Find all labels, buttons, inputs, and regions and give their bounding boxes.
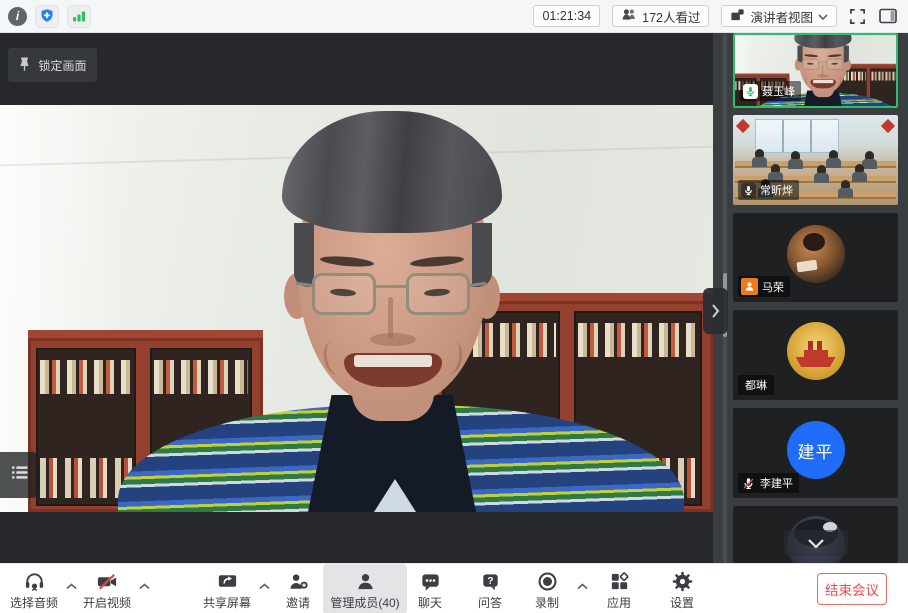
member-status-icon: [741, 278, 758, 295]
select-audio-button[interactable]: 选择音频: [6, 568, 62, 610]
meeting-stage: 锁定画面: [0, 33, 908, 563]
participant-name: 常昕烨: [760, 182, 793, 198]
audio-options-caret[interactable]: [66, 577, 77, 595]
view-mode-selector[interactable]: 演讲者视图: [721, 5, 837, 27]
view-mode-label: 演讲者视图: [750, 7, 813, 26]
headset-icon: [23, 570, 46, 593]
top-bar-right: 01:21:34 172人看过 演讲者视图: [533, 5, 898, 27]
security-shield-icon[interactable]: [35, 5, 59, 28]
chevron-down-icon: [807, 538, 825, 549]
bottom-toolbar: 选择音频 开启视频 共享屏幕 邀请: [0, 563, 908, 613]
meeting-info-icon[interactable]: i: [8, 7, 27, 26]
record-options-caret[interactable]: [577, 577, 588, 595]
meeting-window: i 01:21:34 172人看过 演讲者视图: [0, 0, 908, 613]
layout-view-icon: [730, 7, 745, 25]
mic-on-icon: [741, 183, 756, 198]
participant-tile[interactable]: [733, 506, 898, 563]
svg-text:?: ?: [487, 576, 493, 587]
main-speaker-area: 锁定画面: [0, 33, 713, 563]
camera-off-icon: [95, 570, 119, 593]
list-icon: [11, 465, 30, 485]
chevron-down-icon: [818, 9, 828, 23]
participants-sidebar: 聂玉峰: [713, 33, 908, 563]
settings-button[interactable]: 设置: [661, 568, 703, 610]
invite-button[interactable]: 邀请: [277, 568, 319, 610]
main-video: [0, 105, 713, 512]
qa-icon: ?: [479, 570, 502, 593]
apps-button[interactable]: 应用: [598, 568, 640, 610]
participant-tile[interactable]: 马荣: [733, 213, 898, 302]
viewers-count: 172人看过: [642, 7, 700, 26]
participant-name-strip: 都琳: [738, 375, 774, 395]
record-icon: [536, 570, 559, 593]
speaker-hair: [282, 111, 502, 233]
chat-button[interactable]: 聊天: [409, 568, 451, 610]
share-screen-icon: [216, 570, 239, 593]
panel-toggle-icon[interactable]: [878, 7, 898, 25]
participant-name-strip: 聂玉峰: [740, 81, 801, 101]
settings-gear-icon: [671, 570, 694, 593]
participant-avatar: 建平: [787, 421, 845, 479]
timer-value: 01:21:34: [542, 9, 591, 23]
pin-view-button[interactable]: 锁定画面: [8, 48, 97, 82]
speaker-video-scene: [0, 105, 713, 512]
share-screen-button[interactable]: 共享屏幕: [199, 568, 255, 610]
video-options-caret[interactable]: [139, 577, 150, 595]
speaker-glasses: [312, 273, 376, 315]
participant-name-strip: 马荣: [738, 276, 790, 297]
participant-tile[interactable]: 都琳: [733, 310, 898, 400]
scroll-more-button[interactable]: [784, 530, 848, 556]
participant-tile[interactable]: 常昕烨: [733, 115, 898, 205]
start-video-button[interactable]: 开启视频: [79, 568, 135, 610]
participant-name: 李建平: [760, 475, 793, 491]
chat-icon: [419, 570, 442, 593]
viewers-chip[interactable]: 172人看过: [612, 5, 709, 27]
end-meeting-button[interactable]: 结束会议: [817, 573, 887, 605]
participant-avatar: [787, 322, 845, 380]
invite-icon: [287, 570, 310, 593]
share-options-caret[interactable]: [259, 577, 270, 595]
participant-avatar: [787, 225, 845, 283]
members-icon: [354, 570, 377, 593]
qa-button[interactable]: ? 问答: [469, 568, 511, 610]
viewers-icon: [621, 8, 637, 24]
fullscreen-icon[interactable]: [849, 8, 866, 25]
participant-name-strip: 李建平: [738, 473, 799, 493]
participant-name: 马荣: [762, 279, 784, 295]
pin-view-label: 锁定画面: [38, 57, 86, 74]
meeting-timer: 01:21:34: [533, 5, 600, 27]
list-view-toggle[interactable]: [0, 452, 40, 498]
participant-tile[interactable]: 聂玉峰: [733, 33, 898, 108]
top-bar-left: i: [8, 5, 91, 28]
apps-icon: [608, 570, 631, 593]
avatar-initials: 建平: [798, 438, 834, 463]
mic-muted-icon: [741, 476, 756, 491]
mic-active-icon: [743, 84, 758, 99]
network-signal-icon[interactable]: [67, 5, 91, 28]
sidebar-collapse-handle[interactable]: [703, 288, 728, 334]
record-button[interactable]: 录制: [525, 568, 569, 610]
chevron-right-icon: [711, 303, 720, 319]
participant-tile[interactable]: 建平 李建平: [733, 408, 898, 498]
participant-name-strip: 常昕烨: [738, 180, 799, 200]
top-bar: i 01:21:34 172人看过 演讲者视图: [0, 0, 908, 33]
participant-name: 聂玉峰: [762, 83, 795, 99]
pin-icon: [18, 56, 31, 75]
participant-name: 都琳: [745, 377, 767, 393]
manage-members-button[interactable]: 管理成员(40): [323, 568, 407, 610]
